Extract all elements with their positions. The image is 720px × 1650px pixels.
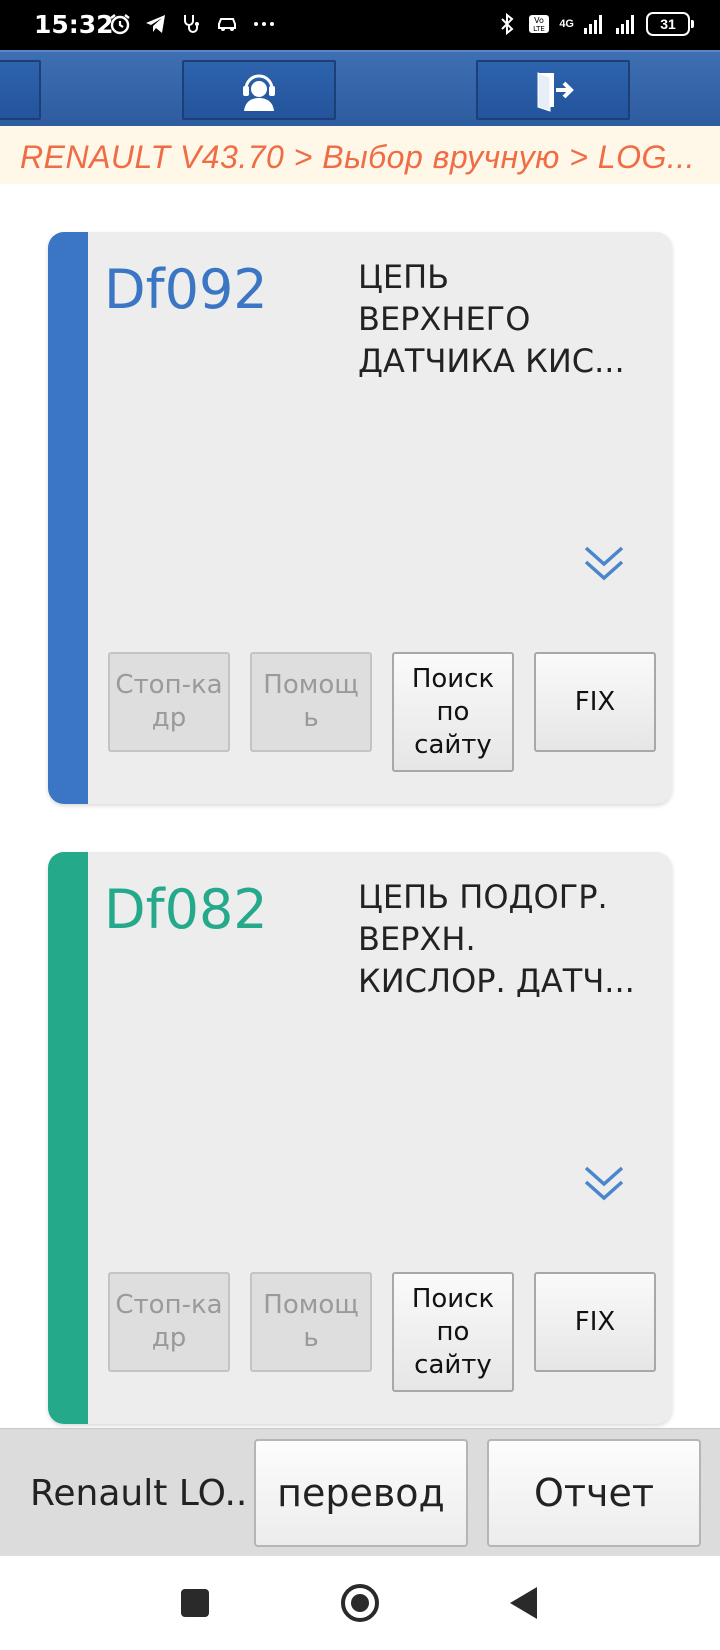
svg-text:LTE: LTE	[533, 25, 545, 33]
fix-label: FIX	[574, 686, 616, 717]
support-agent-icon	[243, 74, 275, 111]
fault-description: ЦЕПЬ ВЕРХНЕГО ДАТЧИКА КИС...	[358, 258, 625, 380]
fault-description: ЦЕПЬ ПОДОГР. ВЕРХН. КИСЛОР. ДАТЧ...	[358, 878, 635, 1000]
web-search-button[interactable]: Поиск по сайту	[392, 1272, 514, 1392]
car-icon	[218, 18, 236, 31]
exit-door-icon	[537, 72, 574, 112]
web-search-label: Поиск по сайту	[411, 1283, 495, 1380]
bottom-action-bar: Renault LO.. перевод Отчет	[0, 1428, 720, 1556]
status-system-icons: Vo LTE 4G 31	[495, 12, 694, 36]
freeze-frame-button[interactable]: Стоп-ка др	[108, 652, 230, 752]
help-label: Помощ ь	[263, 670, 359, 733]
help-button[interactable]: Помощ ь	[250, 652, 372, 752]
back-button[interactable]	[498, 1578, 548, 1628]
fault-code: Df082	[104, 878, 268, 941]
status-bar: 15:32 Vo LTE 4G 31	[0, 0, 720, 50]
telegram-icon	[146, 15, 165, 33]
back-triangle-icon	[510, 1587, 537, 1619]
freeze-frame-button[interactable]: Стоп-ка др	[108, 1272, 230, 1372]
alarm-icon	[110, 14, 130, 35]
fix-button[interactable]: FIX	[534, 652, 656, 752]
status-notification-icons	[108, 12, 276, 36]
exit-button[interactable]	[476, 60, 630, 120]
support-button[interactable]	[182, 60, 336, 120]
fault-card[interactable]: Df092 ЦЕПЬ ВЕРХНЕГО ДАТЧИКА КИС... Стоп-…	[48, 232, 672, 804]
square-icon	[181, 1589, 209, 1617]
breadcrumb: RENAULT V43.70 > Выбор вручную > LOG...	[0, 126, 720, 184]
bluetooth-icon	[501, 12, 514, 36]
fault-card[interactable]: Df082 ЦЕПЬ ПОДОГР. ВЕРХН. КИСЛОР. ДАТЧ..…	[48, 852, 672, 1424]
freeze-frame-label: Стоп-ка др	[115, 1290, 223, 1353]
fault-list[interactable]: Df092 ЦЕПЬ ВЕРХНЕГО ДАТЧИКА КИС... Стоп-…	[0, 184, 720, 1428]
expand-button[interactable]	[582, 542, 626, 586]
stethoscope-icon	[184, 15, 199, 33]
fault-color-bar	[48, 232, 88, 804]
expand-button[interactable]	[582, 1162, 626, 1206]
svg-text:Vo: Vo	[534, 16, 544, 25]
help-button[interactable]: Помощ ь	[250, 1272, 372, 1372]
breadcrumb-text: RENAULT V43.70 > Выбор вручную > LOG...	[20, 139, 696, 175]
signal-icon	[616, 15, 634, 34]
fault-code: Df092	[104, 258, 268, 321]
more-dots-icon	[254, 22, 274, 26]
battery-icon: 31	[646, 12, 694, 36]
status-time: 15:32	[34, 10, 114, 39]
fix-button[interactable]: FIX	[534, 1272, 656, 1372]
help-label: Помощ ь	[263, 1290, 359, 1353]
report-button[interactable]: Отчет	[487, 1439, 701, 1547]
menu-partial-button[interactable]	[0, 60, 41, 120]
web-search-label: Поиск по сайту	[411, 663, 495, 760]
chevron-double-down-icon	[584, 546, 624, 581]
top-toolbar	[0, 50, 720, 126]
fault-color-bar	[48, 852, 88, 1424]
report-label: Отчет	[533, 1471, 654, 1515]
fix-label: FIX	[574, 1306, 616, 1337]
freeze-frame-label: Стоп-ка др	[115, 670, 223, 733]
translate-button[interactable]: перевод	[254, 1439, 468, 1547]
network-type: 4G	[559, 18, 574, 30]
volte-icon: VoLTE	[529, 15, 550, 33]
home-circle-icon	[341, 1584, 379, 1622]
chevron-double-down-icon	[584, 1166, 624, 1201]
vehicle-label: Renault LO..	[30, 1473, 248, 1514]
home-button[interactable]	[335, 1578, 385, 1628]
web-search-button[interactable]: Поиск по сайту	[392, 652, 514, 772]
translate-label: перевод	[277, 1471, 445, 1515]
navigation-bar	[0, 1556, 720, 1650]
signal-icon	[584, 15, 602, 34]
recents-button[interactable]	[170, 1578, 220, 1628]
